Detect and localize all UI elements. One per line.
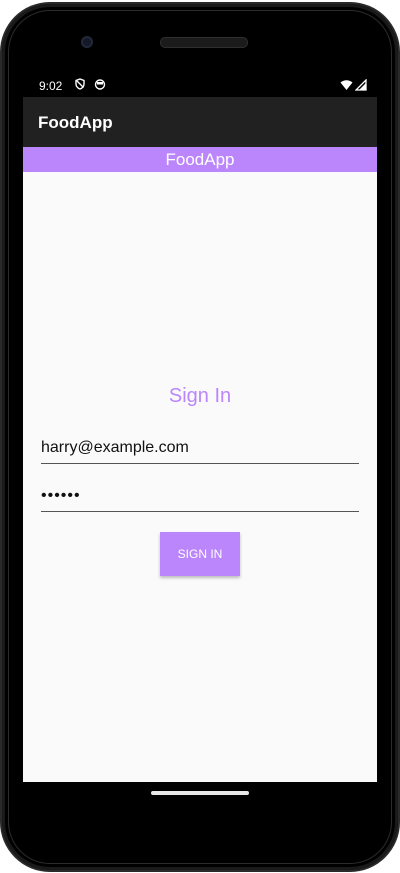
wifi-icon	[340, 79, 353, 94]
status-right-icons	[340, 78, 367, 94]
sign-in-heading: Sign In	[168, 385, 232, 407]
app-bar-title: FoodApp	[38, 113, 113, 132]
sign-in-button[interactable]: SIGN IN	[160, 532, 240, 576]
navigation-bar	[23, 782, 377, 812]
front-camera-icon	[81, 36, 93, 48]
cell-signal-icon	[354, 78, 367, 94]
phone-screen: 9:02 FoodApp FoodApp Sign In harry@examp…	[23, 73, 377, 782]
home-pill-icon[interactable]	[151, 791, 249, 795]
app-bar: FoodApp	[23, 97, 377, 147]
earpiece-speaker-icon	[160, 37, 248, 48]
password-field[interactable]	[41, 481, 359, 512]
brand-banner: FoodApp	[23, 147, 377, 172]
status-time: 9:02	[39, 79, 63, 93]
notification-face-icon	[94, 78, 106, 90]
email-field[interactable]	[41, 433, 359, 464]
shield-icon	[74, 78, 86, 90]
status-bar: 9:02	[23, 73, 377, 97]
